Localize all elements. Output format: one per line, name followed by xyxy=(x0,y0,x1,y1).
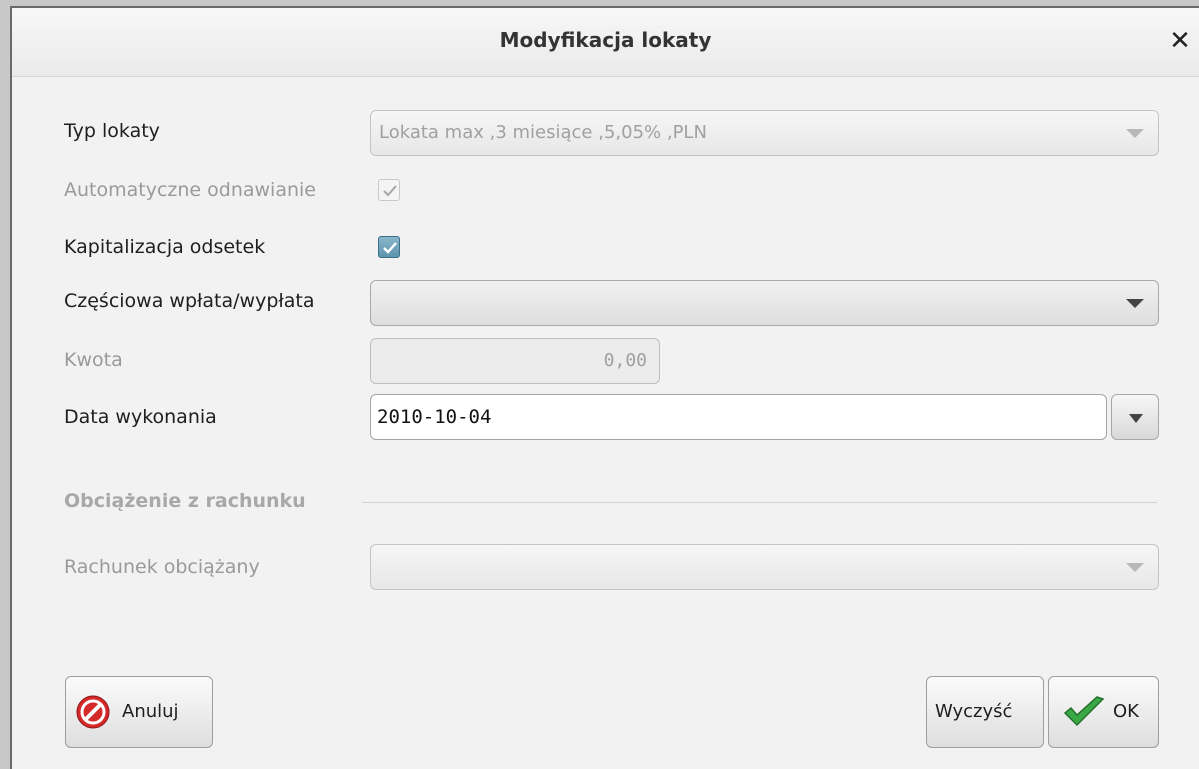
account-charge-section-title: Obciążenie z rachunku xyxy=(64,490,306,512)
title-bar: Modyfikacja lokaty ✕ xyxy=(12,8,1199,77)
close-icon[interactable]: ✕ xyxy=(1165,26,1195,56)
section-divider xyxy=(362,502,1157,503)
interest-capitalization-checkbox[interactable] xyxy=(378,236,400,258)
deposit-type-value: Lokata max ,3 miesiące ,5,05% ,PLN xyxy=(379,122,707,143)
checkmark-icon xyxy=(383,185,397,197)
ok-button-label: OK xyxy=(1113,701,1139,722)
date-picker-button[interactable] xyxy=(1111,394,1159,440)
chevron-down-icon xyxy=(1126,129,1144,138)
cancel-button-label: Anuluj xyxy=(122,701,179,722)
auto-renew-checkbox[interactable] xyxy=(378,179,400,201)
clear-button-label: Wyczyść xyxy=(935,701,1013,722)
checkmark-icon xyxy=(383,242,397,254)
amount-field[interactable]: 0,00 xyxy=(370,338,660,384)
debit-account-select[interactable] xyxy=(370,544,1159,590)
cancel-icon xyxy=(76,695,110,729)
cancel-button[interactable]: Anuluj xyxy=(65,676,213,748)
interest-capitalization-label: Kapitalizacja odsetek xyxy=(64,236,266,258)
execution-date-field[interactable]: 2010-10-04 xyxy=(370,394,1107,440)
checkmark-icon xyxy=(1063,696,1105,727)
auto-renew-label: Automatyczne odnawianie xyxy=(64,179,316,201)
amount-label: Kwota xyxy=(64,349,123,371)
chevron-down-icon xyxy=(1129,414,1143,423)
partial-payment-select[interactable] xyxy=(370,280,1159,326)
dialog-title: Modyfikacja lokaty xyxy=(499,28,712,52)
modify-deposit-dialog: Modyfikacja lokaty ✕ Typ lokaty Lokata m… xyxy=(10,6,1199,769)
partial-payment-label: Częściowa wpłata/wypłata xyxy=(64,290,315,312)
debit-account-label: Rachunek obciążany xyxy=(64,556,260,578)
clear-button[interactable]: Wyczyść xyxy=(926,676,1044,748)
chevron-down-icon xyxy=(1126,299,1144,308)
chevron-down-icon xyxy=(1126,563,1144,572)
deposit-type-select[interactable]: Lokata max ,3 miesiące ,5,05% ,PLN xyxy=(370,110,1159,156)
deposit-type-label: Typ lokaty xyxy=(64,120,160,142)
ok-button[interactable]: OK xyxy=(1048,676,1159,748)
execution-date-label: Data wykonania xyxy=(64,406,217,428)
